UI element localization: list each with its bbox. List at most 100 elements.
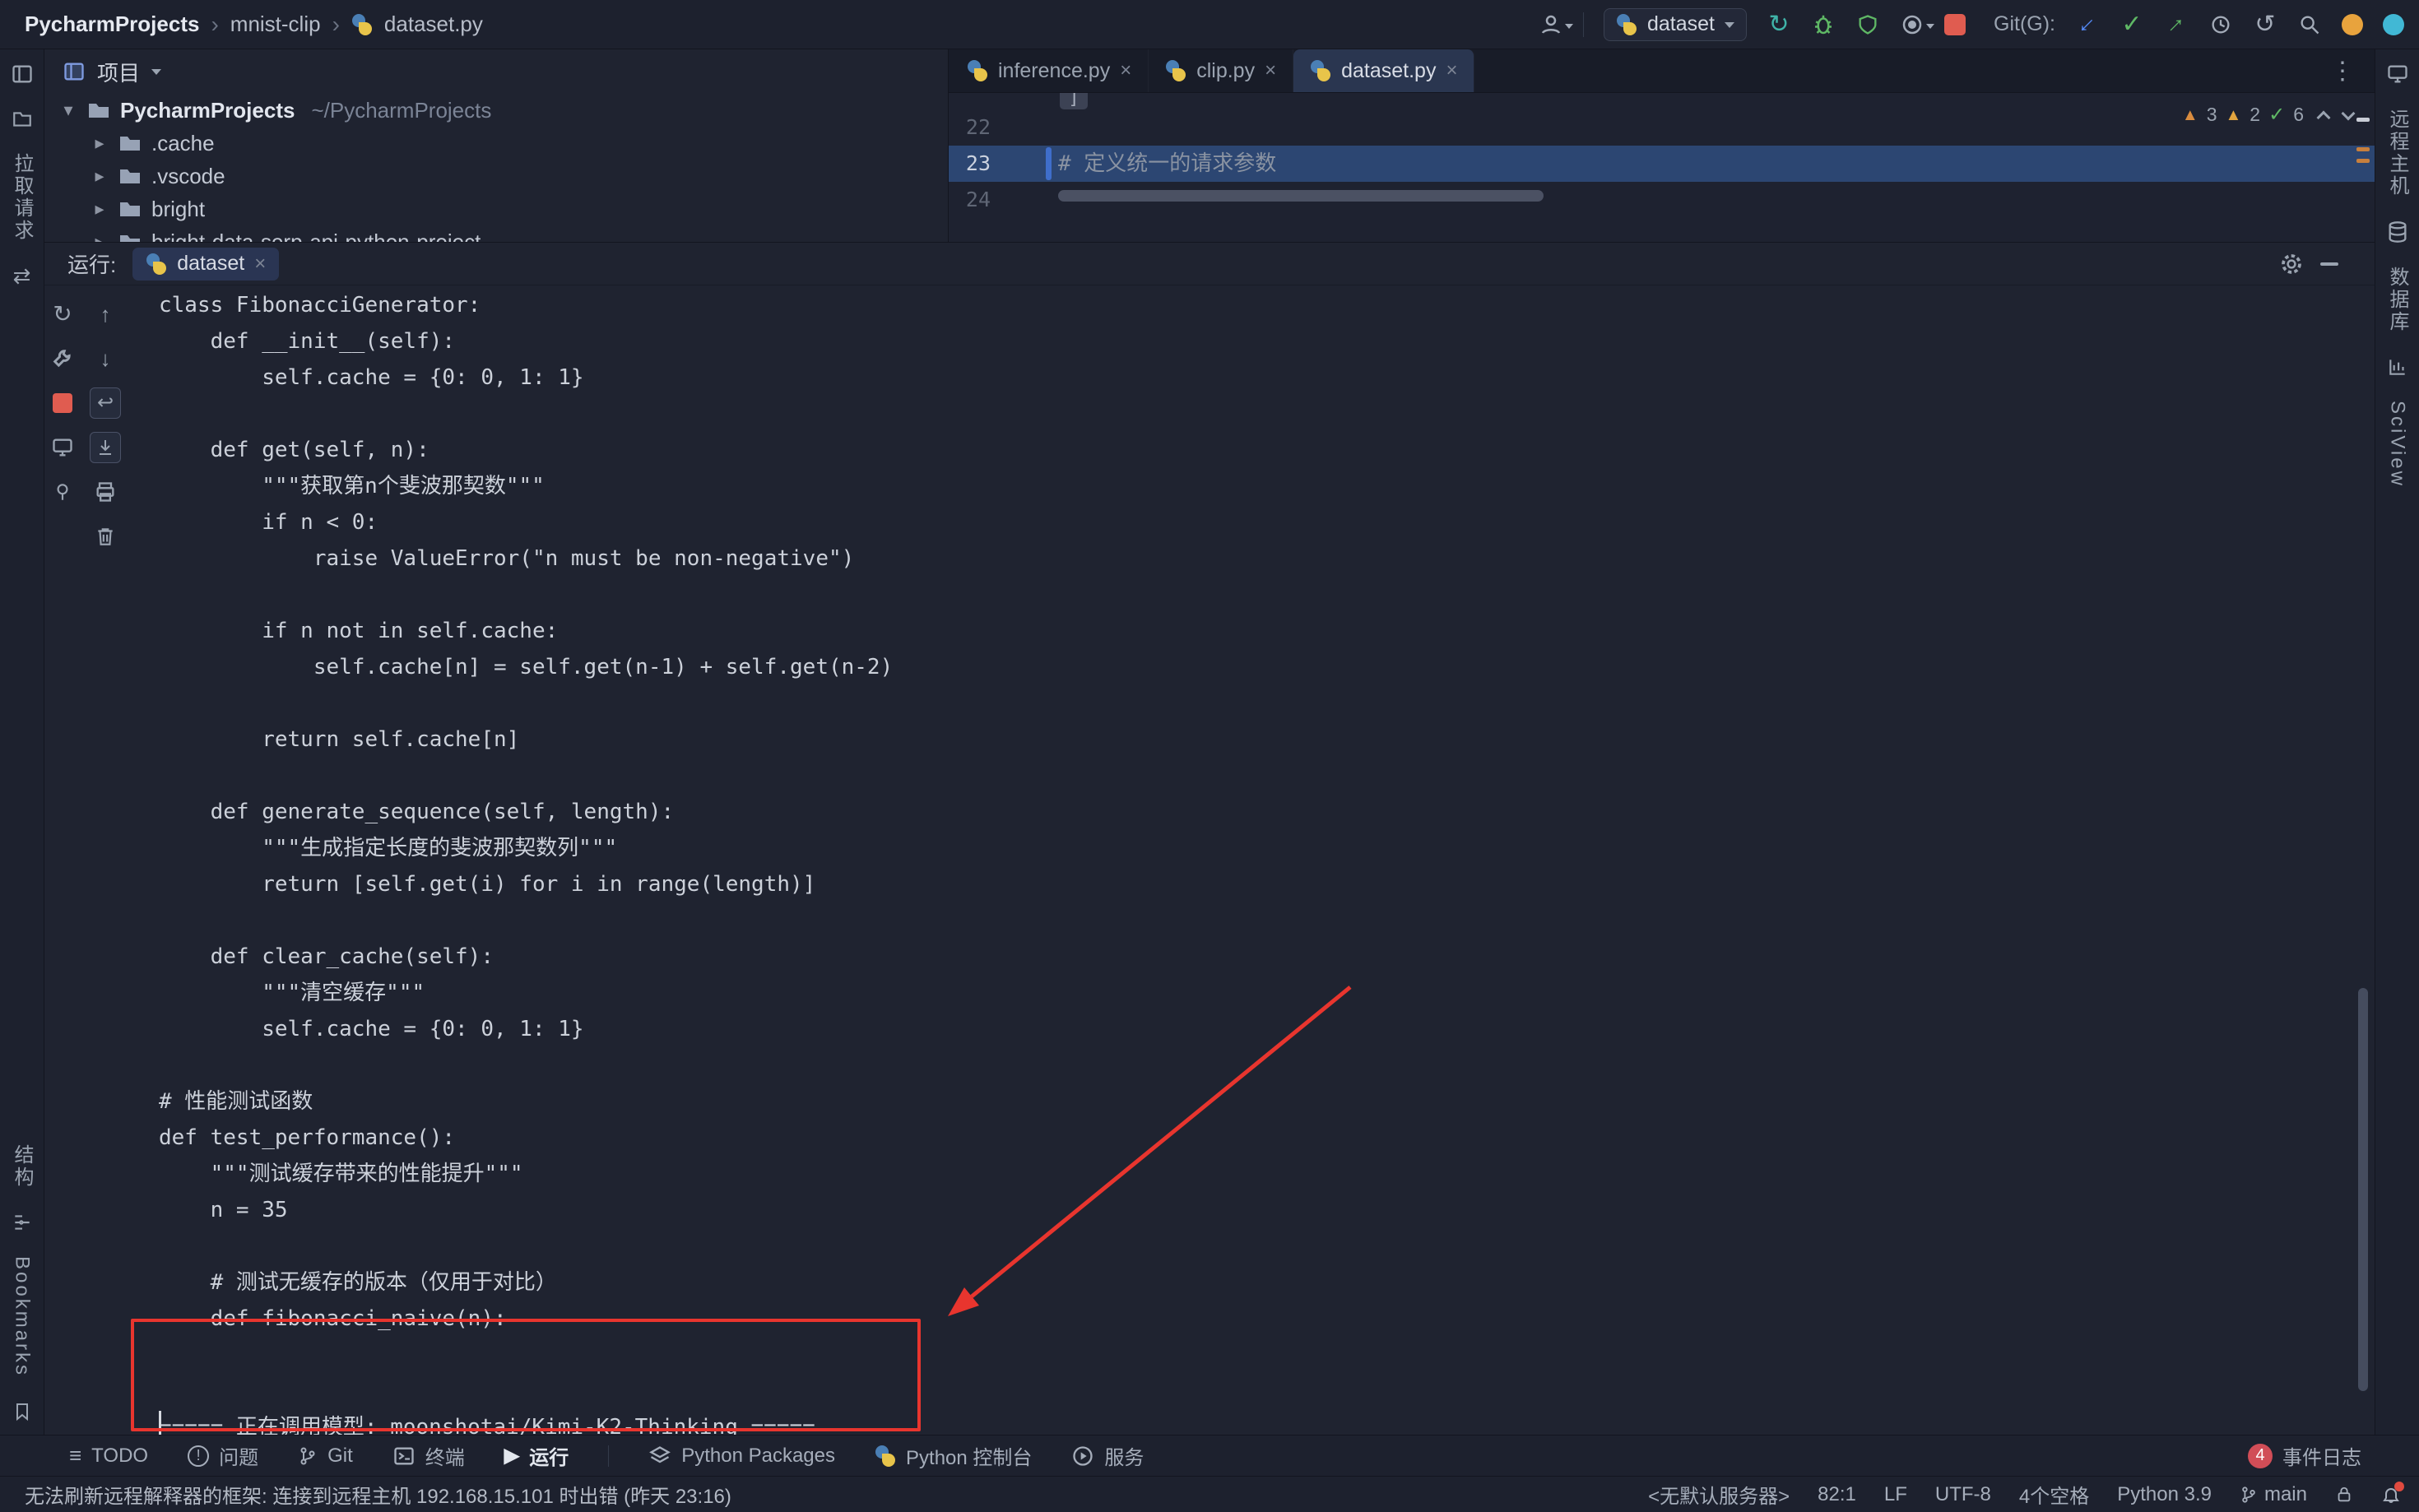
project-panel-title[interactable]: 项目 (97, 57, 140, 87)
user-icon[interactable] (1539, 10, 1563, 39)
stop-icon[interactable] (53, 393, 72, 413)
tool-remote-host[interactable]: 远程主机 (2383, 109, 2412, 197)
tool-git[interactable]: Git (298, 1445, 353, 1468)
tree-root[interactable]: ▾ PycharmProjects ~/PycharmProjects (44, 94, 948, 127)
vcs-tool-icon[interactable]: ⇄ (13, 265, 31, 286)
tool-database[interactable]: 数据库 (2383, 267, 2412, 333)
encoding-widget[interactable]: UTF-8 (1935, 1483, 1991, 1506)
debug-icon[interactable] (1811, 10, 1836, 39)
editor[interactable]: ] 22 23 # 定义统一的请求参数 24 ▲ 3 ▲ 2 ✓ 6 (949, 93, 2375, 242)
prev-problem-icon[interactable] (2317, 110, 2331, 124)
event-log[interactable]: 4 事件日志 (2248, 1441, 2361, 1470)
up-stack-trace-icon[interactable]: ↑ (90, 299, 121, 330)
breadcrumb-folder[interactable]: mnist-clip (230, 12, 321, 37)
chevron-down-icon[interactable] (151, 69, 161, 80)
python-icon (146, 253, 167, 275)
run-config-select[interactable]: dataset (1604, 8, 1747, 41)
tool-window-bar: ≡ TODO ! 问题 Git 终端 ▶ 运行 Python Packages … (0, 1435, 2419, 1476)
close-icon[interactable]: × (1446, 59, 1457, 82)
tab-inference-py[interactable]: inference.py × (950, 49, 1149, 92)
tool-python-console[interactable]: Python 控制台 (875, 1441, 1032, 1470)
tab-dataset-py[interactable]: dataset.py × (1293, 49, 1474, 92)
interpreter-widget[interactable]: Python 3.9 (2117, 1483, 2212, 1506)
horizontal-scrollbar[interactable] (1058, 190, 1544, 202)
close-icon[interactable]: × (254, 253, 266, 276)
indent-widget[interactable]: 4个空格 (2019, 1480, 2089, 1509)
tool-python-packages[interactable]: Python Packages (648, 1445, 835, 1468)
tool-pull-requests[interactable]: 拉取请求 (7, 153, 36, 242)
rerun-icon[interactable]: ↻ (1767, 10, 1791, 39)
line-ending-widget[interactable]: LF (1884, 1483, 1907, 1506)
tree-item[interactable]: ▸ .vscode (44, 160, 948, 192)
tree-item[interactable]: ▸ .cache (44, 127, 948, 160)
tool-todo[interactable]: ≡ TODO (69, 1443, 148, 1468)
project-tool-icon[interactable] (11, 63, 34, 86)
update-project-icon[interactable]: ↓ (2068, 5, 2107, 44)
git-branch-widget[interactable]: main (2240, 1483, 2307, 1506)
profiler-icon[interactable] (1855, 10, 1880, 39)
stop-icon[interactable] (1944, 14, 1966, 35)
chevron-down-icon[interactable]: ▾ (59, 100, 77, 121)
breadcrumb-file[interactable]: dataset.py (384, 12, 483, 37)
remote-host-icon[interactable] (2386, 63, 2409, 86)
tool-terminal[interactable]: 终端 (392, 1441, 465, 1470)
scroll-to-end-icon[interactable] (90, 432, 121, 463)
folder-icon (118, 133, 142, 153)
bookmark-icon[interactable] (12, 1400, 32, 1423)
ai-assistant-icon[interactable] (2383, 14, 2404, 35)
console-scrollbar[interactable] (2358, 988, 2368, 1391)
breadcrumb-project[interactable]: PycharmProjects (25, 12, 199, 37)
tool-bookmarks[interactable]: Bookmarks (11, 1256, 34, 1377)
database-icon[interactable] (2386, 220, 2409, 243)
folder-tool-icon[interactable] (11, 109, 34, 130)
caret-position-widget[interactable]: 82:1 (1818, 1483, 1856, 1506)
tool-run[interactable]: ▶ 运行 (504, 1441, 569, 1470)
chevron-right-icon[interactable]: ▸ (91, 231, 109, 242)
pin-icon[interactable] (47, 476, 78, 508)
push-icon[interactable]: ↑ (2157, 5, 2196, 44)
coverage-icon[interactable] (1900, 10, 1925, 39)
restore-layout-icon[interactable] (47, 432, 78, 463)
default-server-widget[interactable]: <无默认服务器> (1648, 1480, 1790, 1509)
rollback-icon[interactable]: ↺ (2253, 10, 2277, 39)
line-number[interactable]: 24 (949, 182, 1058, 218)
commit-icon[interactable]: ✓ (2120, 10, 2144, 39)
tree-item[interactable]: ▸ bright-data-serp-api-python-project (44, 225, 948, 242)
chevron-right-icon[interactable]: ▸ (91, 198, 109, 220)
editor-tabs: inference.py × clip.py × dataset.py × ⋮ (949, 49, 2375, 93)
chevron-right-icon[interactable]: ▸ (91, 165, 109, 187)
wrench-icon[interactable] (47, 343, 78, 374)
line-number[interactable]: 23 (949, 146, 1058, 182)
minimize-icon[interactable] (2320, 262, 2338, 266)
tab-label: clip.py (1196, 59, 1255, 83)
search-everywhere-icon[interactable] (2297, 10, 2322, 39)
folder-icon (118, 166, 142, 186)
structure-icon[interactable] (12, 1212, 33, 1233)
close-icon[interactable]: × (1265, 59, 1276, 82)
tool-structure[interactable]: 结构 (7, 1144, 36, 1189)
more-icon[interactable]: ⋮ (2330, 57, 2355, 86)
soft-wrap-icon[interactable]: ↩ (90, 387, 121, 419)
print-icon[interactable] (90, 476, 121, 508)
next-problem-icon[interactable] (2342, 106, 2356, 120)
tree-item[interactable]: ▸ bright (44, 192, 948, 225)
down-stack-trace-icon[interactable]: ↓ (90, 343, 121, 374)
settings-gear-icon[interactable] (2279, 252, 2304, 276)
folder-icon (87, 100, 110, 120)
rerun-icon[interactable]: ↻ (47, 299, 78, 330)
clear-console-icon[interactable] (90, 521, 121, 552)
tool-services[interactable]: 服务 (1071, 1441, 1144, 1470)
line-number[interactable]: 22 (949, 109, 1058, 146)
tab-clip-py[interactable]: clip.py × (1149, 49, 1293, 92)
notifications-icon[interactable] (2381, 1485, 2401, 1505)
close-icon[interactable]: × (1120, 59, 1131, 82)
sciview-icon[interactable] (2387, 356, 2408, 378)
tool-sciview[interactable]: SciView (2386, 401, 2409, 488)
run-tab-dataset[interactable]: dataset × (132, 248, 279, 281)
lock-icon[interactable] (2335, 1485, 2353, 1505)
notification-icon[interactable] (2342, 14, 2363, 35)
history-icon[interactable] (2208, 10, 2233, 39)
chevron-right-icon[interactable]: ▸ (91, 132, 109, 154)
tool-problems[interactable]: ! 问题 (188, 1441, 258, 1470)
inspections-widget[interactable]: ▲ 3 ▲ 2 ✓ 6 (2182, 103, 2353, 127)
